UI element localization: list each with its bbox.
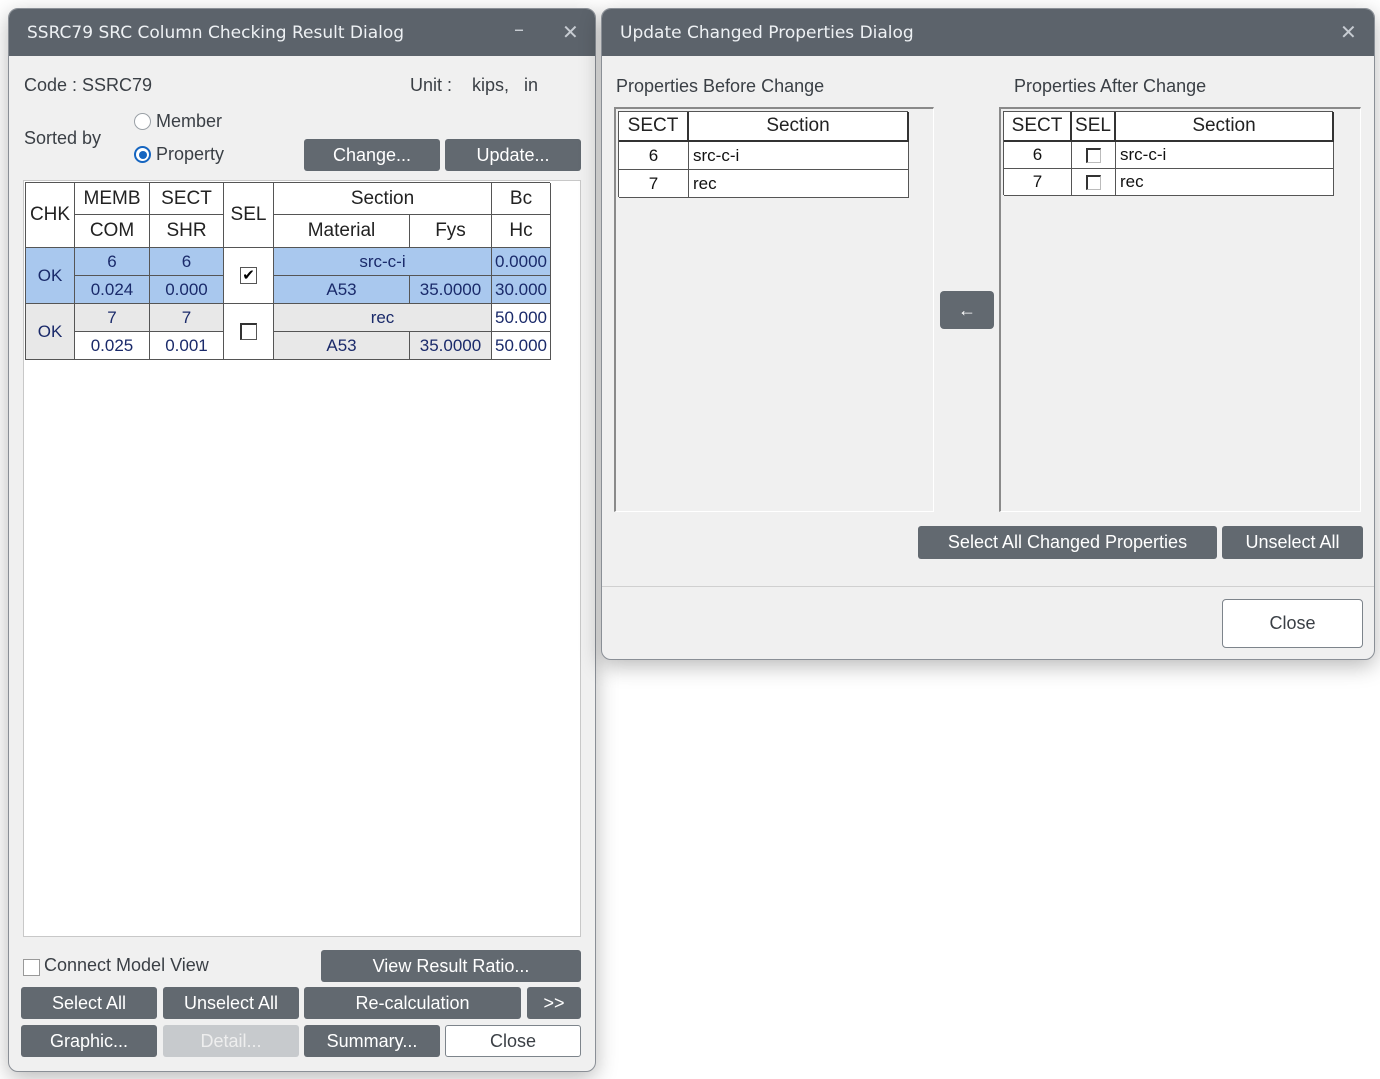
header-bc: Bc <box>492 183 551 215</box>
row2-com[interactable]: 0.025 <box>75 332 150 360</box>
close-icon[interactable]: ✕ <box>1340 20 1357 44</box>
after-header-section: Section <box>1116 112 1334 142</box>
header-sel: SEL <box>224 183 274 248</box>
after-row1-sel-cell[interactable] <box>1072 142 1116 169</box>
update-button[interactable]: Update... <box>445 139 581 171</box>
radio-property[interactable] <box>134 146 151 163</box>
recalculation-button[interactable]: Re-calculation <box>304 987 521 1019</box>
more-button[interactable]: >> <box>527 987 581 1019</box>
after-row2-sect[interactable]: 7 <box>1004 169 1072 196</box>
unit-value: kips, in <box>472 75 539 95</box>
divider <box>602 586 1374 587</box>
row1-section[interactable]: src-c-i <box>274 248 492 276</box>
code-label: Code : SSRC79 <box>24 75 153 95</box>
change-button[interactable]: Change... <box>304 139 440 171</box>
header-hc: Hc <box>492 215 551 248</box>
before-header-sect: SECT <box>619 112 689 142</box>
before-table-panel[interactable]: SECT Section 6 src-c-i 7 rec <box>614 107 934 512</box>
dialog-title: Update Changed Properties Dialog <box>620 22 914 43</box>
row1-chk[interactable]: OK <box>26 248 75 304</box>
row1-memb[interactable]: 6 <box>75 248 150 276</box>
connect-model-view-checkbox[interactable] <box>23 959 40 976</box>
result-table: CHK MEMB SECT SEL Section Bc COM SHR Mat… <box>25 182 551 360</box>
row2-sel-cell[interactable] <box>224 304 274 360</box>
select-all-button[interactable]: Select All <box>21 987 157 1019</box>
row1-bc[interactable]: 0.0000 <box>492 248 551 276</box>
row2-bc[interactable]: 50.000 <box>492 304 551 332</box>
header-memb: MEMB <box>75 183 150 215</box>
header-material: Material <box>274 215 410 248</box>
row1-com[interactable]: 0.024 <box>75 276 150 304</box>
row1-hc[interactable]: 30.000 <box>492 276 551 304</box>
row1-sel-cell[interactable]: ✔ <box>224 248 274 304</box>
close-button[interactable]: Close <box>1222 599 1363 648</box>
close-button[interactable]: Close <box>445 1025 581 1057</box>
after-row2-sel-cell[interactable] <box>1072 169 1116 196</box>
row2-section[interactable]: rec <box>274 304 492 332</box>
before-table: SECT Section 6 src-c-i 7 rec <box>618 111 909 198</box>
row1-shr[interactable]: 0.000 <box>150 276 224 304</box>
before-header-section: Section <box>689 112 909 142</box>
connect-model-view-label[interactable]: Connect Model View <box>44 955 209 976</box>
row2-shr[interactable]: 0.001 <box>150 332 224 360</box>
radio-member[interactable] <box>134 113 151 130</box>
graphic-button[interactable]: Graphic... <box>21 1025 157 1057</box>
header-fys: Fys <box>410 215 492 248</box>
row1-fys[interactable]: 35.0000 <box>410 276 492 304</box>
after-row2-section[interactable]: rec <box>1116 169 1334 196</box>
unit-label: Unit : <box>410 75 453 95</box>
radio-member-label[interactable]: Member <box>156 111 222 132</box>
after-header-sel: SEL <box>1072 112 1116 142</box>
after-row2-sel-checkbox[interactable] <box>1086 174 1101 190</box>
after-label: Properties After Change <box>1014 76 1207 96</box>
after-table-panel[interactable]: SECT SEL Section 6 src-c-i 7 rec <box>999 107 1361 512</box>
move-left-button[interactable]: ← <box>940 291 994 329</box>
row1-sect[interactable]: 6 <box>150 248 224 276</box>
minimize-icon[interactable]: – <box>514 17 524 41</box>
after-header-sect: SECT <box>1004 112 1072 142</box>
unselect-all-button[interactable]: Unselect All <box>163 987 299 1019</box>
header-sect: SECT <box>150 183 224 215</box>
detail-button: Detail... <box>163 1025 299 1057</box>
update-properties-dialog: Update Changed Properties Dialog ✕ Prope… <box>601 8 1375 660</box>
row2-material[interactable]: A53 <box>274 332 410 360</box>
header-chk: CHK <box>26 183 75 248</box>
after-table: SECT SEL Section 6 src-c-i 7 rec <box>1003 111 1334 196</box>
row1-sel-checkbox[interactable]: ✔ <box>240 267 257 284</box>
close-icon[interactable]: ✕ <box>562 20 579 44</box>
sorted-by-label: Sorted by <box>24 128 102 148</box>
before-row2-sect[interactable]: 7 <box>619 170 689 198</box>
summary-button[interactable]: Summary... <box>304 1025 440 1057</box>
arrow-left-icon: ← <box>958 299 976 320</box>
row1-material[interactable]: A53 <box>274 276 410 304</box>
row2-sect[interactable]: 7 <box>150 304 224 332</box>
after-row1-section[interactable]: src-c-i <box>1116 142 1334 169</box>
row2-hc[interactable]: 50.000 <box>492 332 551 360</box>
row2-fys[interactable]: 35.0000 <box>410 332 492 360</box>
row2-memb[interactable]: 7 <box>75 304 150 332</box>
after-row1-sel-checkbox[interactable] <box>1086 147 1101 163</box>
view-result-ratio-button[interactable]: View Result Ratio... <box>321 950 581 982</box>
result-table-area[interactable]: CHK MEMB SECT SEL Section Bc COM SHR Mat… <box>23 180 581 937</box>
row2-sel-checkbox[interactable] <box>240 323 257 340</box>
dialog-title: SSRC79 SRC Column Checking Result Dialog <box>27 22 405 43</box>
update-dialog-titlebar[interactable]: Update Changed Properties Dialog ✕ <box>602 9 1374 56</box>
result-dialog: SSRC79 SRC Column Checking Result Dialog… <box>8 8 596 1072</box>
row2-chk[interactable]: OK <box>26 304 75 360</box>
select-all-changed-button[interactable]: Select All Changed Properties <box>918 526 1217 559</box>
header-com: COM <box>75 215 150 248</box>
before-row1-section[interactable]: src-c-i <box>689 142 909 170</box>
radio-property-label[interactable]: Property <box>156 144 224 165</box>
before-row2-section[interactable]: rec <box>689 170 909 198</box>
header-shr: SHR <box>150 215 224 248</box>
before-label: Properties Before Change <box>616 76 825 96</box>
unselect-all-button[interactable]: Unselect All <box>1222 526 1363 559</box>
header-section: Section <box>274 183 492 215</box>
before-row1-sect[interactable]: 6 <box>619 142 689 170</box>
result-dialog-titlebar[interactable]: SSRC79 SRC Column Checking Result Dialog… <box>9 9 595 56</box>
after-row1-sect[interactable]: 6 <box>1004 142 1072 169</box>
